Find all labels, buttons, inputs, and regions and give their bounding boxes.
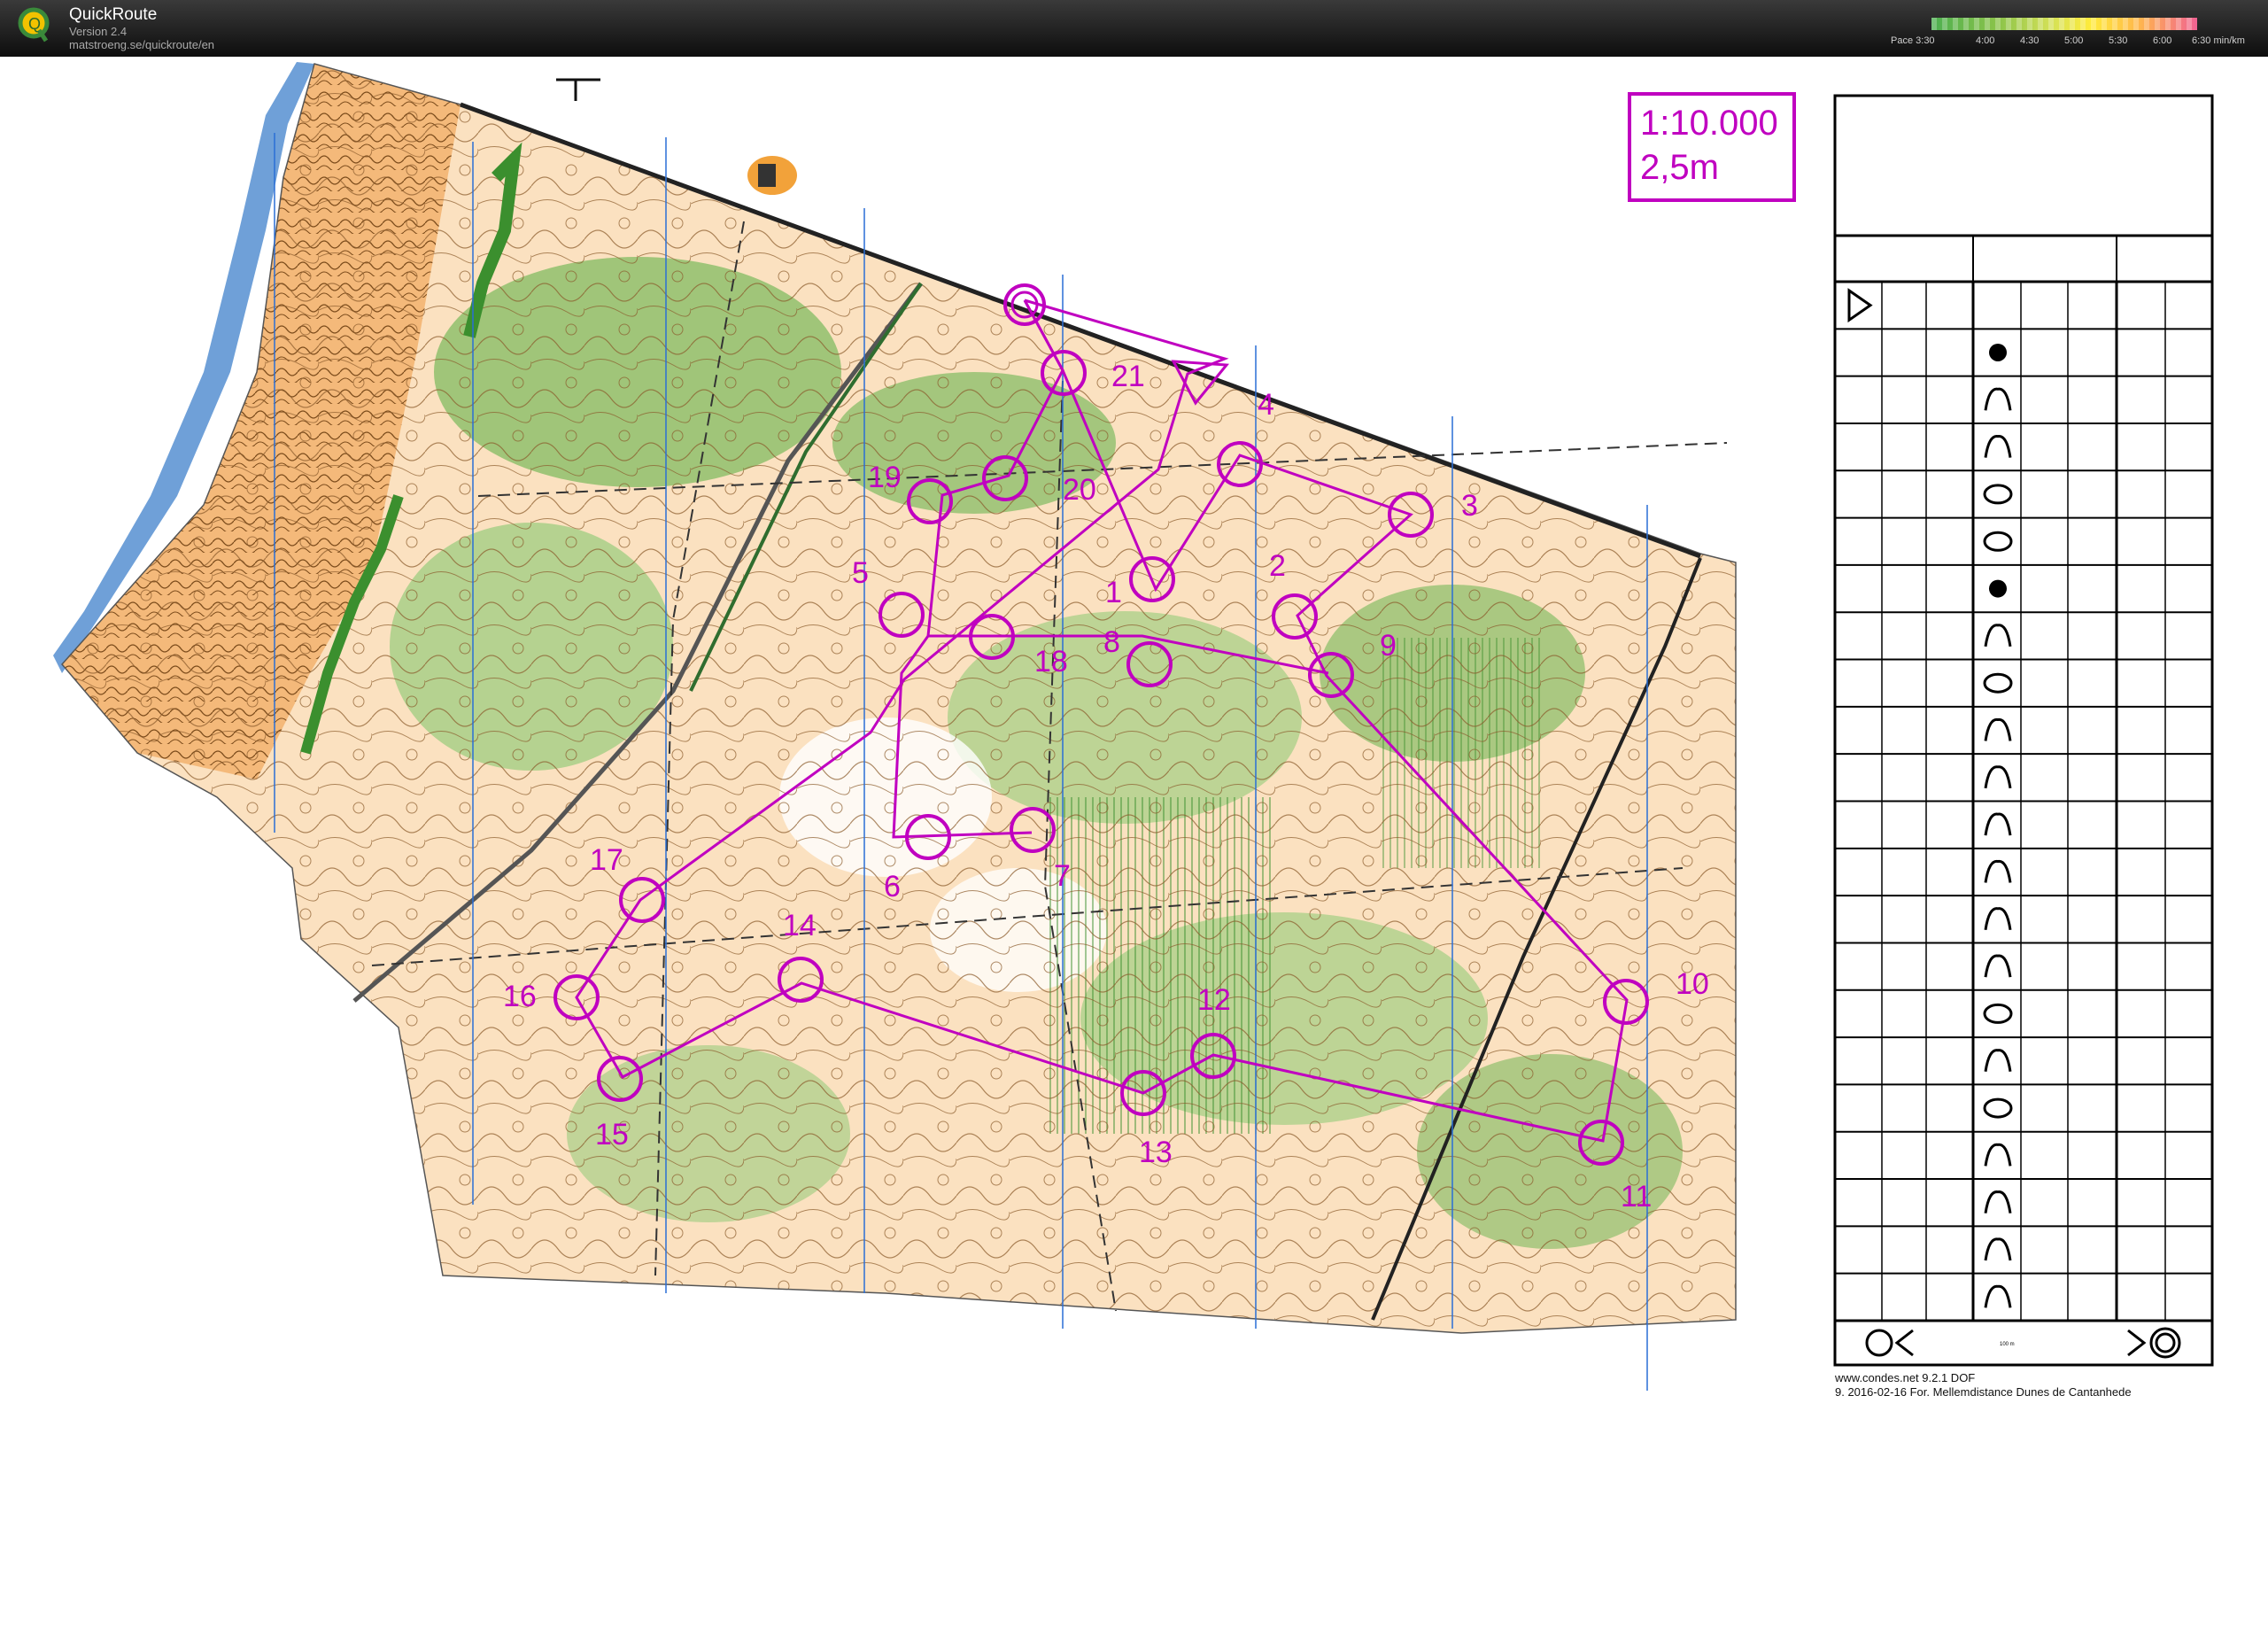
- pace-tick: 4:30: [2020, 35, 2040, 46]
- svg-text:100 m: 100 m: [2000, 1342, 2015, 1347]
- pace-tick: 5:30: [2109, 35, 2128, 46]
- svg-text:17: 17: [590, 843, 623, 877]
- svg-text:2: 2: [1269, 549, 1286, 583]
- scale-text: 1:10.000: [1640, 104, 1778, 143]
- map-view[interactable]: 1 2 3 4 5 6 7 8 9 10 11 12 13 14 15 16 1…: [0, 57, 2268, 1636]
- pace-label: Pace 3:30: [1891, 35, 1935, 46]
- description-feature-icon: [1989, 343, 2007, 361]
- svg-text:11: 11: [1621, 1180, 1652, 1213]
- pace-tick: 5:00: [2064, 35, 2084, 46]
- title-bar: Q QuickRoute Version 2.4 matstroeng.se/q…: [0, 0, 2268, 57]
- pace-tick: 4:00: [1976, 35, 1995, 46]
- svg-text:18: 18: [1034, 645, 1068, 678]
- svg-text:13: 13: [1139, 1136, 1173, 1169]
- pace-color-scale: [1931, 18, 2197, 30]
- svg-text:Q: Q: [28, 15, 41, 33]
- footer-event: 9. 2016-02-16 For. Mellemdistance Dunes …: [1835, 1385, 2132, 1399]
- svg-text:6: 6: [884, 870, 901, 903]
- app-title: QuickRoute: [69, 5, 158, 24]
- pace-legend: Pace 3:30 4:00 4:30 5:00 5:30 6:00 6:30 …: [1886, 16, 2258, 51]
- app-url: matstroeng.se/quickroute/en: [69, 38, 215, 51]
- building-symbol: [747, 156, 797, 195]
- svg-text:15: 15: [595, 1118, 629, 1151]
- svg-text:21: 21: [1111, 360, 1145, 393]
- svg-text:12: 12: [1197, 983, 1231, 1017]
- control-description-sheet: 100 m: [1833, 94, 2214, 1367]
- footer-credit: www.condes.net 9.2.1 DOF: [1835, 1371, 1976, 1384]
- pace-unit: 6:30 min/km: [2192, 35, 2245, 46]
- app-version: Version 2.4: [69, 25, 128, 38]
- contour-interval-text: 2,5m: [1640, 148, 1719, 187]
- svg-text:16: 16: [503, 980, 537, 1013]
- svg-text:5: 5: [852, 556, 869, 590]
- svg-text:10: 10: [1676, 967, 1709, 1001]
- description-grid: 100 m: [1833, 94, 2214, 1367]
- svg-text:7: 7: [1054, 859, 1071, 893]
- pace-tick: 6:00: [2153, 35, 2172, 46]
- svg-text:9: 9: [1380, 629, 1397, 663]
- terrain: [62, 64, 1736, 1333]
- svg-text:4: 4: [1258, 388, 1274, 422]
- svg-text:8: 8: [1103, 625, 1120, 659]
- svg-text:3: 3: [1461, 489, 1478, 523]
- svg-text:20: 20: [1063, 473, 1096, 507]
- svg-text:1: 1: [1105, 576, 1122, 609]
- quickroute-logo-icon: Q: [18, 7, 50, 43]
- crosshair-icon: [556, 78, 600, 101]
- svg-text:19: 19: [868, 461, 902, 494]
- description-feature-icon: [1989, 579, 2007, 598]
- scale-box: 1:10.000 2,5m: [1628, 92, 1796, 202]
- svg-text:14: 14: [783, 909, 817, 942]
